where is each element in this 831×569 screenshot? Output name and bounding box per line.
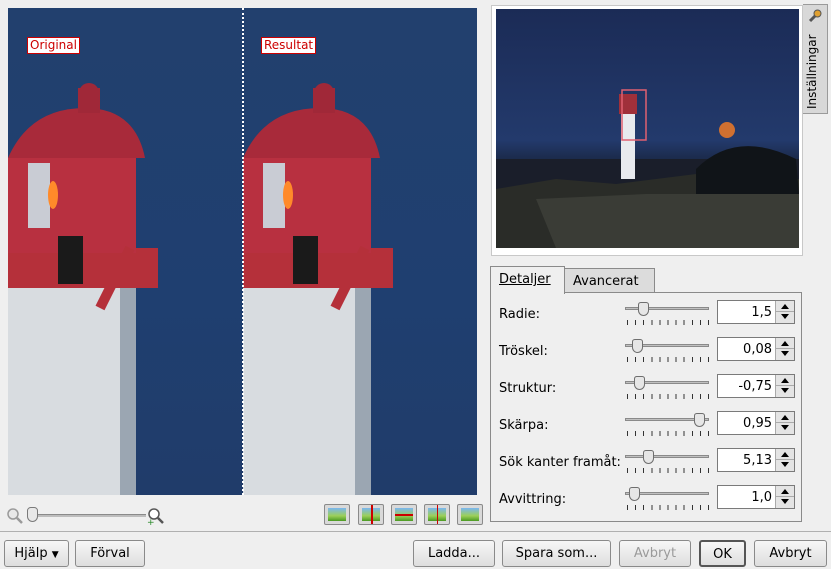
setting-value[interactable]: -0,75: [738, 379, 772, 394]
lighthouse-image-original: [8, 83, 158, 495]
tab-detaljer[interactable]: Detaljer: [490, 266, 565, 294]
setting-spinbutton[interactable]: -0,75: [717, 374, 795, 398]
decrement-arrow-icon[interactable]: [781, 425, 789, 430]
navigator-thumbnail[interactable]: [496, 9, 799, 248]
setting-slider-thumb[interactable]: [638, 302, 649, 316]
load-button[interactable]: Ladda...: [413, 540, 495, 567]
tab-label: Detaljer: [499, 272, 551, 287]
save-as-button-label: Spara som...: [515, 546, 598, 561]
zoom-out-icon[interactable]: [6, 507, 24, 525]
thumbnail-scene: [496, 89, 799, 248]
setting-slider-thumb[interactable]: [632, 339, 643, 353]
slider-ticks: [627, 468, 709, 473]
setting-spinbutton[interactable]: 5,13: [717, 448, 795, 472]
setting-value[interactable]: 1,5: [751, 305, 772, 320]
tab-avancerat[interactable]: Avancerat: [564, 268, 655, 294]
decrement-arrow-icon[interactable]: [781, 462, 789, 467]
view-mode-3-button[interactable]: [391, 504, 417, 525]
spin-arrows[interactable]: [775, 486, 794, 508]
ok-button[interactable]: OK: [699, 540, 746, 567]
setting-label: Avvittring:: [499, 492, 567, 507]
defaults-button[interactable]: Förval: [75, 540, 145, 567]
increment-arrow-icon[interactable]: [781, 489, 789, 494]
setting-spinbutton[interactable]: 0,95: [717, 411, 795, 435]
setting-value[interactable]: 5,13: [743, 453, 772, 468]
tab-label: Avancerat: [573, 274, 639, 289]
setting-value[interactable]: 1,0: [751, 490, 772, 505]
abort-button: Avbryt: [619, 540, 691, 567]
help-button[interactable]: Hjälp ▼: [4, 540, 69, 567]
view-mode-4-button[interactable]: [424, 504, 450, 525]
setting-slider-thumb[interactable]: [629, 487, 640, 501]
spin-arrows[interactable]: [775, 301, 794, 323]
setting-label: Skärpa:: [499, 418, 549, 433]
increment-arrow-icon[interactable]: [781, 341, 789, 346]
slider-ticks: [627, 320, 709, 325]
ok-button-label: OK: [713, 547, 732, 562]
increment-arrow-icon[interactable]: [781, 304, 789, 309]
decrement-arrow-icon[interactable]: [781, 314, 789, 319]
save-as-button[interactable]: Spara som...: [502, 540, 611, 567]
setting-spinbutton[interactable]: 1,0: [717, 485, 795, 509]
setting-label: Radie:: [499, 307, 540, 322]
help-button-label: Hjälp: [14, 546, 48, 561]
spin-arrows[interactable]: [775, 375, 794, 397]
zoom-slider[interactable]: [28, 514, 146, 517]
setting-slider-thumb[interactable]: [643, 450, 654, 464]
spin-arrows[interactable]: [775, 412, 794, 434]
increment-arrow-icon[interactable]: [781, 378, 789, 383]
zoom-in-icon[interactable]: +: [147, 507, 165, 525]
decrement-arrow-icon[interactable]: [781, 351, 789, 356]
increment-arrow-icon[interactable]: [781, 452, 789, 457]
original-label: Original: [27, 37, 80, 54]
setting-label: Sök kanter framåt:: [499, 455, 621, 470]
view-mode-1-button[interactable]: [324, 504, 350, 525]
slider-ticks: [627, 357, 709, 362]
setting-slider-thumb[interactable]: [694, 413, 705, 427]
setting-label: Struktur:: [499, 381, 557, 396]
increment-arrow-icon[interactable]: [781, 415, 789, 420]
setting-spinbutton[interactable]: 0,08: [717, 337, 795, 361]
settings-side-tab-label: Inställningar: [805, 34, 819, 109]
setting-spinbutton[interactable]: 1,5: [717, 300, 795, 324]
cancel-button-label: Avbryt: [769, 546, 812, 561]
result-label: Resultat: [261, 37, 317, 54]
spin-arrows[interactable]: [775, 449, 794, 471]
cancel-button[interactable]: Avbryt: [754, 540, 827, 567]
slider-ticks: [627, 505, 709, 510]
setting-value[interactable]: 0,95: [743, 416, 772, 431]
spin-arrows[interactable]: [775, 338, 794, 360]
dropdown-arrow-icon: ▼: [51, 550, 59, 560]
setting-slider[interactable]: [625, 455, 709, 458]
view-mode-2-button[interactable]: [358, 504, 384, 525]
svg-text:+: +: [147, 518, 155, 525]
original-preview[interactable]: Original: [8, 8, 243, 495]
setting-slider-thumb[interactable]: [634, 376, 645, 390]
decrement-arrow-icon[interactable]: [781, 388, 789, 393]
bottom-separator: [0, 531, 831, 532]
abort-button-label: Avbryt: [633, 546, 677, 561]
view-mode-5-button[interactable]: [457, 504, 483, 525]
result-preview[interactable]: Resultat: [243, 8, 477, 495]
slider-ticks: [627, 394, 709, 399]
lighthouse-image-result: [243, 83, 393, 495]
load-button-label: Ladda...: [427, 546, 481, 561]
setting-value[interactable]: 0,08: [743, 342, 772, 357]
zoom-slider-thumb[interactable]: [27, 507, 38, 522]
split-divider[interactable]: [242, 8, 245, 495]
setting-label: Tröskel:: [499, 344, 548, 359]
settings-side-tab[interactable]: Inställningar: [803, 4, 828, 114]
defaults-button-label: Förval: [90, 546, 130, 561]
decrement-arrow-icon[interactable]: [781, 499, 789, 504]
slider-ticks: [627, 431, 709, 436]
